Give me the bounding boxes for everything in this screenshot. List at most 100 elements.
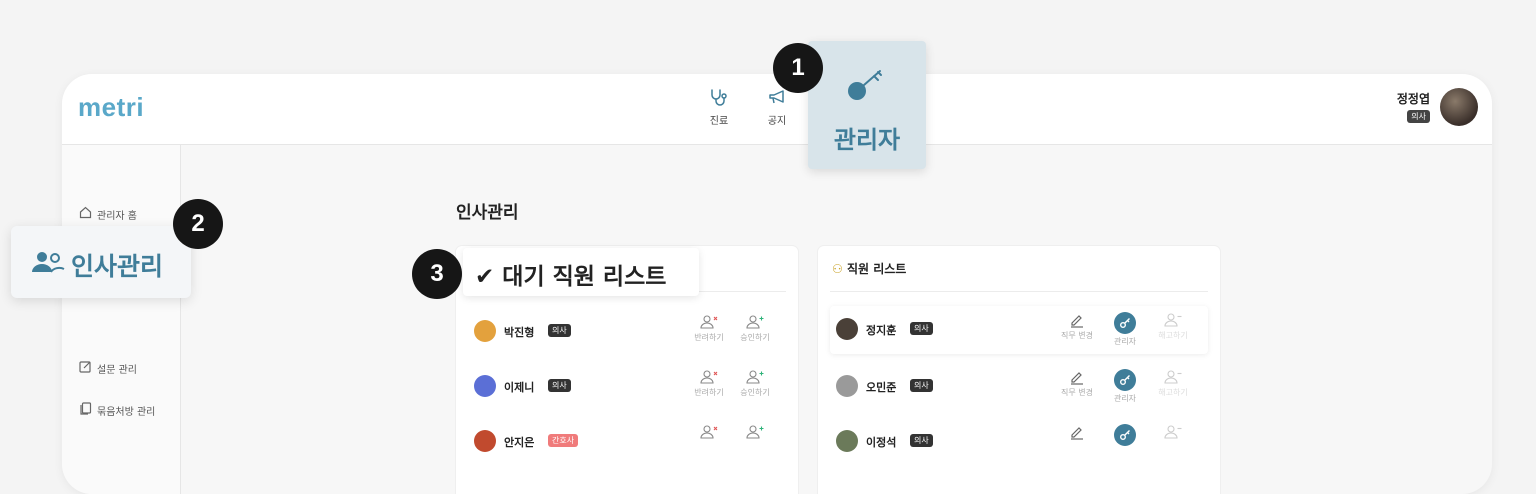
staff-name: 박진형 bbox=[504, 326, 535, 339]
admin-label: 관리자 bbox=[1113, 337, 1137, 346]
change-role-button[interactable]: 직무 변경 bbox=[1052, 312, 1102, 341]
reject-label: 반려하기 bbox=[694, 333, 724, 342]
table-row: 박진형 의사 반려하기 승인하기 bbox=[468, 308, 786, 356]
user-plus-icon bbox=[730, 424, 780, 440]
user-minus-icon bbox=[1148, 369, 1198, 385]
table-row: 오민준 의사 직무 변경 관리자 해고하기 bbox=[830, 363, 1208, 411]
waiting-list-title: ✔ 대기 직원 리스트 bbox=[475, 264, 667, 290]
home-icon bbox=[79, 206, 92, 222]
sidebar-item-label: 인사관리 bbox=[71, 252, 164, 281]
sidebar-item-label: 설문 관리 bbox=[97, 364, 137, 376]
page-title: 인사관리 bbox=[456, 203, 519, 223]
avatar[interactable] bbox=[1440, 88, 1478, 126]
nav-item-treatment[interactable]: 진료 bbox=[699, 88, 739, 127]
sidebar-item-admin-home[interactable]: 관리자 홈 bbox=[79, 206, 137, 222]
approve-label: 승인하기 bbox=[740, 333, 770, 342]
role-badge: 간호사 bbox=[548, 434, 579, 447]
sidebar-item-label: 묶음처방 관리 bbox=[97, 406, 156, 418]
role-badge: 의사 bbox=[548, 324, 571, 337]
sidebar: 관리자 홈 설문 관리 묶음처방 관리 bbox=[62, 145, 181, 494]
staff-name: 오민준 bbox=[866, 381, 897, 394]
staff-name: 이정석 bbox=[866, 436, 897, 449]
waiting-list-title-highlight: ✔ 대기 직원 리스트 bbox=[463, 248, 699, 296]
staff-name: 정지훈 bbox=[866, 324, 897, 337]
role-badge: 의사 bbox=[910, 379, 933, 392]
staff-list-title: ⚇ 직원 리스트 bbox=[832, 262, 907, 276]
stethoscope-icon bbox=[699, 88, 739, 106]
user-name: 정정엽 bbox=[1396, 92, 1430, 106]
role-badge: 의사 bbox=[548, 379, 571, 392]
table-row: 이제니 의사 반려하기 승인하기 bbox=[468, 363, 786, 411]
avatar bbox=[474, 430, 496, 452]
table-row: 이정석 의사 bbox=[830, 418, 1208, 466]
callout-badge-1: 1 bbox=[773, 43, 823, 93]
admin-button[interactable]: 관리자 bbox=[1100, 312, 1150, 347]
reject-label: 반려하기 bbox=[694, 388, 724, 397]
admin-tab-highlight[interactable]: 관리자 bbox=[808, 41, 926, 169]
sidebar-item-bundle-prescription[interactable]: 묶음처방 관리 bbox=[79, 402, 155, 418]
user-x-icon bbox=[684, 424, 734, 440]
avatar bbox=[836, 318, 858, 340]
pencil-icon bbox=[1052, 424, 1102, 440]
table-row: 안지은 간호사 bbox=[468, 418, 786, 466]
avatar bbox=[474, 320, 496, 342]
staff-name: 이제니 bbox=[504, 381, 535, 394]
fire-label: 해고하기 bbox=[1158, 388, 1188, 397]
avatar bbox=[474, 375, 496, 397]
nav-label-notice: 공지 bbox=[767, 116, 787, 127]
admin-label: 관리자 bbox=[1113, 394, 1137, 403]
change-role-label: 직무 변경 bbox=[1061, 388, 1093, 397]
staff-list-card: ⚇ 직원 리스트 정지훈 의사 직무 변경 관리자 해고하기 오민준 의사 직무… bbox=[818, 246, 1220, 494]
staff-name: 안지은 bbox=[504, 436, 535, 449]
admin-button[interactable] bbox=[1100, 424, 1150, 446]
approve-button[interactable]: 승인하기 bbox=[730, 314, 780, 343]
change-role-label: 직무 변경 bbox=[1061, 331, 1093, 340]
user-minus-icon bbox=[1148, 424, 1198, 440]
edit-icon bbox=[79, 360, 92, 376]
app-window: metri 진료 공지 정정엽 의사 관리자 홈 설문 관리 묶음처방 관리 박… bbox=[62, 74, 1492, 494]
reject-button[interactable]: 반려하기 bbox=[684, 314, 734, 343]
admin-tab-label: 관리자 bbox=[833, 126, 901, 154]
reject-button[interactable] bbox=[684, 424, 734, 440]
copy-icon bbox=[79, 402, 92, 418]
logo[interactable]: metri bbox=[78, 92, 144, 123]
users-icon bbox=[31, 250, 65, 278]
sidebar-item-hr-highlight[interactable]: 인사관리 bbox=[11, 226, 191, 298]
nav-label-treatment: 진료 bbox=[709, 116, 729, 127]
key-icon bbox=[844, 63, 888, 111]
user-plus-icon bbox=[730, 314, 780, 330]
callout-badge-3: 3 bbox=[412, 249, 462, 299]
fire-button[interactable]: 해고하기 bbox=[1148, 312, 1198, 341]
user-x-icon bbox=[684, 369, 734, 385]
approve-button[interactable]: 승인하기 bbox=[730, 369, 780, 398]
key-icon bbox=[1114, 312, 1136, 334]
sidebar-item-survey[interactable]: 설문 관리 bbox=[79, 360, 137, 376]
pencil-icon bbox=[1052, 369, 1102, 385]
table-row: 정지훈 의사 직무 변경 관리자 해고하기 bbox=[830, 306, 1208, 354]
user-role-badge: 의사 bbox=[1407, 110, 1430, 123]
callout-badge-2: 2 bbox=[173, 199, 223, 249]
top-bar: metri 진료 공지 정정엽 의사 bbox=[62, 74, 1492, 145]
user-x-icon bbox=[684, 314, 734, 330]
change-role-button[interactable]: 직무 변경 bbox=[1052, 369, 1102, 398]
card-divider bbox=[830, 291, 1208, 292]
nav-item-notice[interactable]: 공지 bbox=[757, 88, 797, 127]
avatar bbox=[836, 430, 858, 452]
role-badge: 의사 bbox=[910, 322, 933, 335]
admin-button[interactable]: 관리자 bbox=[1100, 369, 1150, 404]
reject-button[interactable]: 반려하기 bbox=[684, 369, 734, 398]
sidebar-item-label: 관리자 홈 bbox=[97, 210, 137, 222]
pencil-icon bbox=[1052, 312, 1102, 328]
change-role-button[interactable] bbox=[1052, 424, 1102, 440]
avatar bbox=[836, 375, 858, 397]
people-icon: ⚇ bbox=[832, 262, 843, 276]
role-badge: 의사 bbox=[910, 434, 933, 447]
fire-label: 해고하기 bbox=[1158, 331, 1188, 340]
approve-button[interactable] bbox=[730, 424, 780, 440]
fire-button[interactable] bbox=[1148, 424, 1198, 440]
key-icon bbox=[1114, 369, 1136, 391]
approve-label: 승인하기 bbox=[740, 388, 770, 397]
fire-button[interactable]: 해고하기 bbox=[1148, 369, 1198, 398]
user-plus-icon bbox=[730, 369, 780, 385]
key-icon bbox=[1114, 424, 1136, 446]
